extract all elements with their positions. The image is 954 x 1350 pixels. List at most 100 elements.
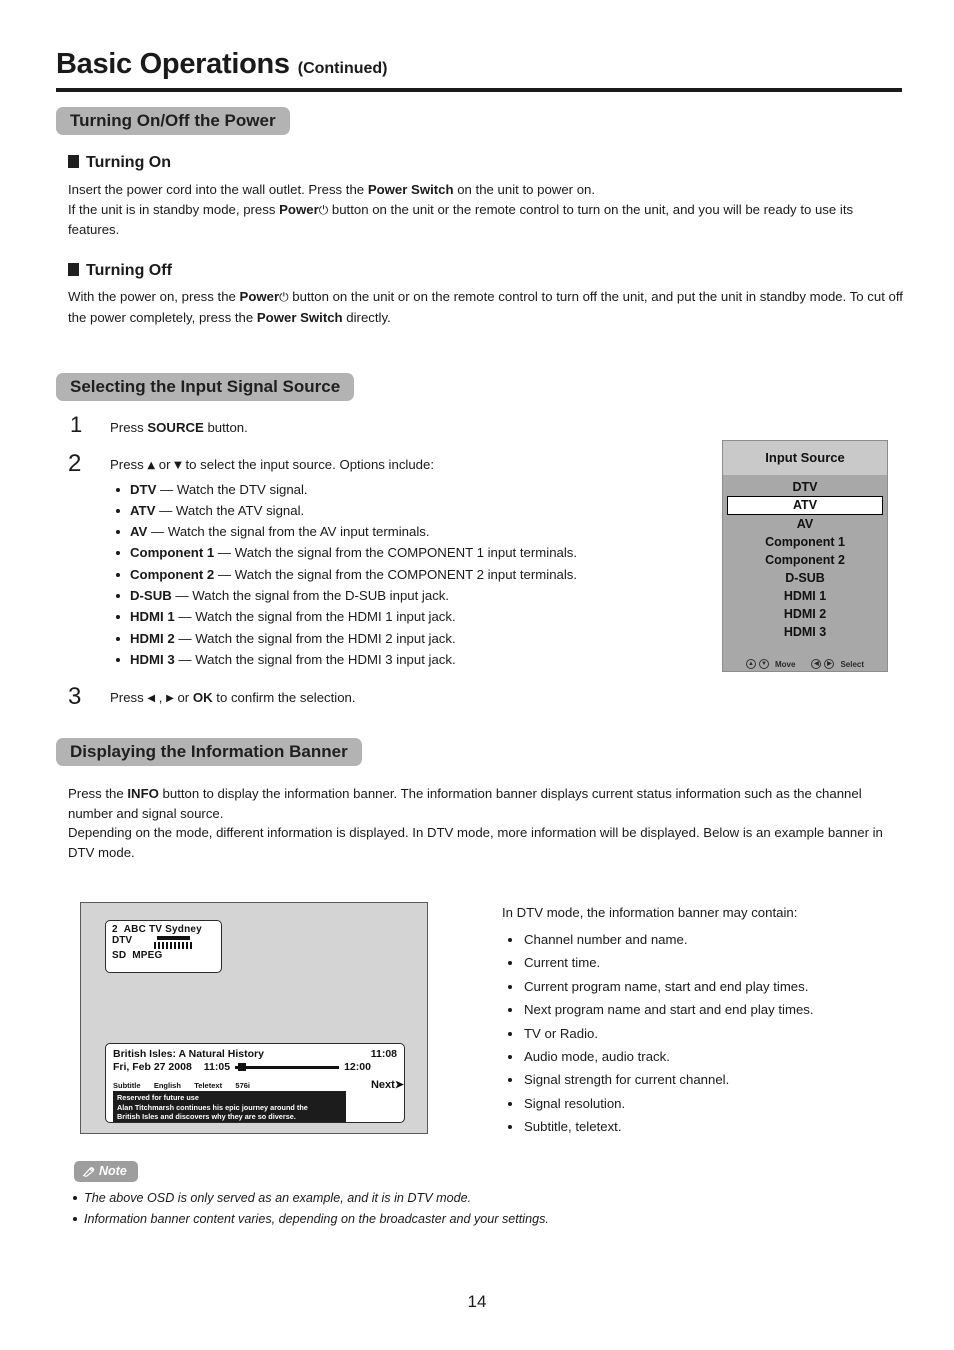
list-item: HDMI 2 — Watch the signal from the HDMI … — [110, 628, 577, 649]
step3-a: Press — [110, 690, 148, 705]
arrow-up-icon: ▲ — [147, 460, 156, 471]
option-name: D-SUB — [130, 587, 172, 603]
option-name: DTV — [130, 481, 157, 497]
option-name: ATV — [130, 502, 156, 518]
source-button-label: SOURCE — [147, 420, 204, 435]
banner-current-time: 11:08 — [370, 1048, 397, 1060]
paragraph-info-banner-2: Depending on the mode, different informa… — [68, 825, 883, 860]
note-line: The above OSD is only served as an examp… — [72, 1188, 772, 1209]
list-item: DTV — Watch the DTV signal. — [110, 479, 577, 500]
banner-desc-line-2: Alan Titchmarsh continues his epic journ… — [117, 1102, 308, 1112]
option-desc: — Watch the DTV signal. — [156, 481, 308, 497]
osd-item-av[interactable]: AV — [723, 515, 887, 533]
osd-hint-select: ◀ ▶ Select — [811, 659, 864, 669]
subheading-turning-on-label: Turning On — [86, 154, 172, 171]
step3-c: or — [173, 690, 193, 705]
square-bullet-icon — [68, 155, 79, 168]
list-item: Audio mode, audio track. — [502, 1045, 902, 1068]
option-name: Component 1 — [130, 545, 215, 561]
power-symbol-icon: ⏻ — [318, 202, 329, 217]
turn-on-line1-c: on the unit to power on. — [453, 182, 596, 197]
banner-end-time: 12:00 — [344, 1061, 371, 1073]
osd-item-hdmi-3[interactable]: HDMI 3 — [723, 623, 887, 641]
turn-on-line1-a: Insert the power cord into the wall outl… — [68, 182, 368, 197]
signal-strength-bar — [157, 936, 190, 940]
next-arrow-icon: ➤ — [394, 1079, 404, 1091]
osd-footer-hints: ▲ ▼ Move ◀ ▶ Select — [723, 659, 887, 669]
turn-on-power-switch: Power Switch — [367, 182, 454, 197]
option-desc: — Watch the ATV signal. — [155, 502, 305, 518]
banner-subtitle-label: Subtitle — [113, 1081, 141, 1090]
option-desc: — Watch the signal from the HDMI 1 input… — [174, 609, 456, 625]
list-item: Component 2 — Watch the signal from the … — [110, 564, 577, 585]
osd-item-d-sub[interactable]: D-SUB — [723, 569, 887, 587]
list-item: HDMI 1 — Watch the signal from the HDMI … — [110, 606, 577, 627]
banner-teletext-label: Teletext — [194, 1081, 223, 1090]
list-item: Component 1 — Watch the signal from the … — [110, 542, 577, 563]
note-list: The above OSD is only served as an examp… — [72, 1188, 772, 1230]
osd-input-source-menu: Input Source DTV ATV AV Component 1 Comp… — [722, 440, 888, 672]
title-divider — [56, 88, 902, 92]
osd-move-label: Move — [774, 659, 796, 669]
paragraph-turning-off: With the power on, press the Power⏻ butt… — [68, 287, 908, 327]
banner-row-title: British Isles: A Natural History 11:08 — [113, 1048, 397, 1060]
step1-c: button. — [203, 420, 248, 435]
manual-page: Basic Operations (Continued) Turning On/O… — [0, 0, 954, 1350]
step-2-text: Press ▲ or ▼ to select the input source.… — [110, 455, 577, 670]
progress-knob — [238, 1063, 247, 1071]
list-item: Next program name and start and end play… — [502, 998, 902, 1021]
osd-item-dtv[interactable]: DTV — [723, 478, 887, 496]
osd-item-component-2[interactable]: Component 2 — [723, 551, 887, 569]
progress-track — [235, 1066, 340, 1069]
channel-number: 2 — [112, 924, 118, 935]
page-title-main: Basic Operations — [56, 48, 290, 80]
list-item: ATV — Watch the ATV signal. — [110, 500, 577, 521]
note-label: Note — [99, 1164, 127, 1178]
subheading-turning-off-label: Turning Off — [86, 262, 172, 279]
option-name: HDMI 2 — [130, 630, 175, 646]
channel-line-mode-signal: DTV — [112, 935, 215, 950]
osd-item-component-1[interactable]: Component 1 — [723, 533, 887, 551]
page-title-sub: (Continued) — [297, 60, 388, 77]
page-title: Basic Operations (Continued) — [56, 48, 902, 81]
osd-item-atv[interactable]: ATV — [727, 496, 883, 515]
banner-progress-bar — [235, 1062, 340, 1072]
step-3-number: 3 — [68, 683, 82, 710]
list-item: AV — Watch the signal from the AV input … — [110, 521, 577, 542]
circle-arrow-left-icon: ◀ — [811, 659, 822, 669]
osd-title: Input Source — [723, 441, 887, 475]
power-symbol-icon: ⏻ — [279, 290, 289, 304]
signal-strength-ticks — [154, 942, 194, 949]
option-desc: — Watch the signal from the COMPONENT 2 … — [214, 566, 578, 582]
channel-name: ABC TV Sydney — [123, 924, 202, 935]
option-name: Component 2 — [130, 566, 215, 582]
step-1-text: Press SOURCE button. — [110, 418, 248, 438]
tv-screen-mockup: 2 ABC TV Sydney DTV SD MPEG British Isle… — [80, 902, 428, 1134]
banner-subtitle-value: English — [153, 1081, 181, 1090]
step-2-number: 2 — [68, 450, 82, 477]
square-bullet-icon — [68, 263, 79, 276]
note-badge: Note — [74, 1161, 138, 1182]
subheading-turning-on: Turning On — [68, 154, 171, 172]
banner-row-times: Fri, Feb 27 2008 11:05 12:00 — [113, 1061, 397, 1073]
info-para1-a: Press the — [68, 786, 128, 801]
list-item: Signal resolution. — [502, 1092, 902, 1115]
information-banner-box: British Isles: A Natural History 11:08 F… — [105, 1043, 405, 1123]
subheading-turning-off: Turning Off — [68, 262, 172, 280]
osd-item-hdmi-1[interactable]: HDMI 1 — [723, 587, 887, 605]
input-source-options-list: DTV — Watch the DTV signal. ATV — Watch … — [110, 479, 577, 671]
channel-codec: MPEG — [132, 950, 163, 961]
step2-b: or — [155, 457, 175, 472]
option-desc: — Watch the signal from the COMPONENT 1 … — [214, 545, 578, 561]
banner-next-button[interactable]: Next➤ — [371, 1078, 404, 1091]
osd-item-hdmi-2[interactable]: HDMI 2 — [723, 605, 887, 623]
option-name: AV — [130, 524, 148, 540]
option-desc: — Watch the signal from the AV input ter… — [147, 524, 430, 540]
signal-strength-icon — [154, 936, 194, 950]
list-item: Current time. — [502, 951, 902, 974]
turn-off-e: directly. — [342, 309, 391, 325]
step2-c: to select the input source. Options incl… — [181, 457, 435, 472]
banner-resolution-value: 576i — [235, 1081, 251, 1090]
banner-program-title: British Isles: A Natural History — [113, 1048, 264, 1060]
osd-item-list: DTV ATV AV Component 1 Component 2 D-SUB… — [723, 475, 887, 641]
